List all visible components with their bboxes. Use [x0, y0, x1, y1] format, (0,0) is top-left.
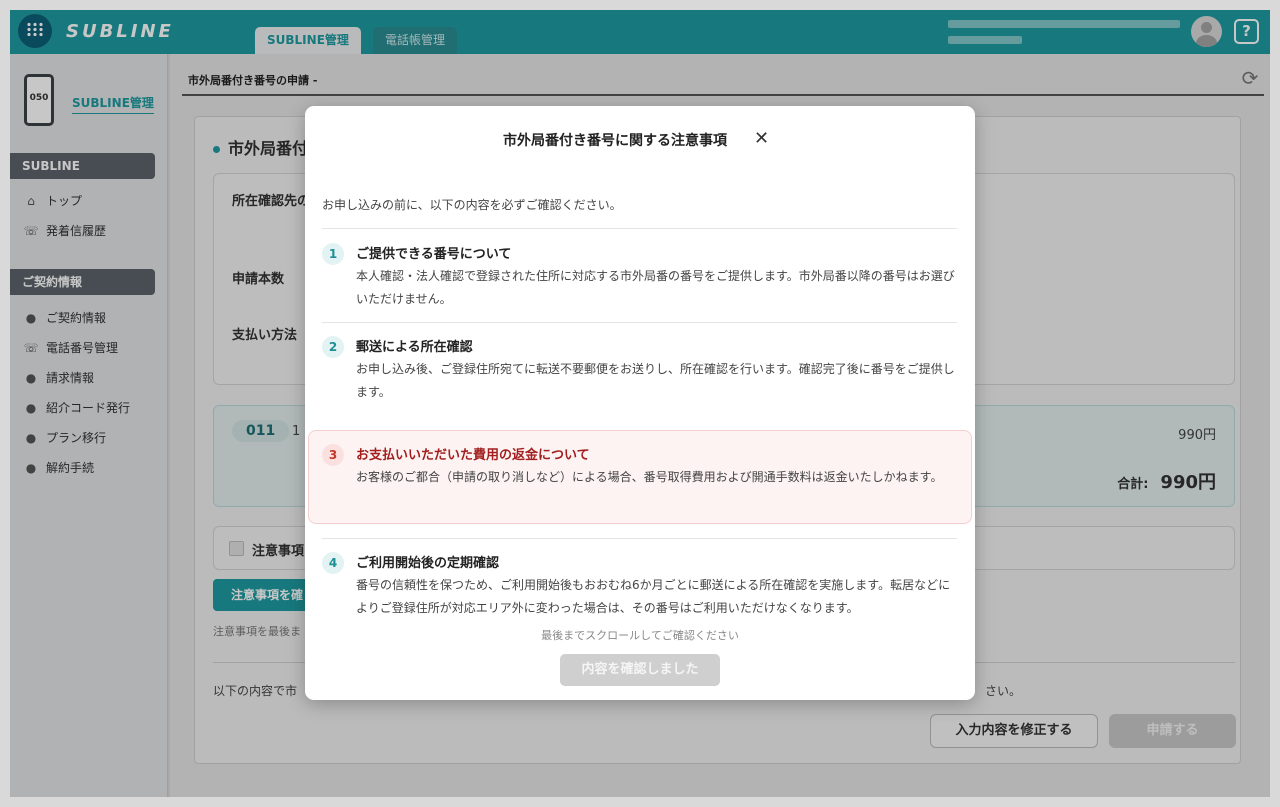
- close-icon[interactable]: ✕: [754, 129, 769, 149]
- item-number: 3: [322, 444, 344, 466]
- item-body: 本人確認・法人確認で登録された住所に対応する市外局番の番号をご提供します。市外局…: [356, 269, 955, 306]
- item-number: 2: [322, 336, 344, 358]
- item-number: 4: [322, 552, 344, 574]
- item-title: お支払いいただいた費用の返金について: [356, 448, 590, 463]
- modal-title: 市外局番付き番号に関する注意事項: [503, 133, 727, 149]
- modal-intro: お申し込みの前に、以下の内容を必ずご確認ください。: [322, 198, 622, 212]
- item-title: ご利用開始後の定期確認: [356, 556, 500, 571]
- item-body: 番号の信頼性を保つため、ご利用開始後もおおむね6か月ごとに郵送による所在確認を実…: [356, 578, 951, 615]
- divider: [322, 538, 957, 539]
- item-title: ご提供できる番号について: [356, 247, 512, 262]
- item-title: 郵送による所在確認: [356, 340, 473, 355]
- scroll-hint: 最後までスクロールしてご確認ください: [541, 629, 739, 642]
- divider: [322, 322, 957, 323]
- item-body: お客様のご都合（申請の取り消しなど）による場合、番号取得費用および開通手数料は返…: [356, 470, 943, 484]
- item-body: お申し込み後、ご登録住所宛てに転送不要郵便をお送りし、所在確認を行います。確認完…: [356, 362, 955, 399]
- divider: [322, 228, 957, 229]
- confirm-read-button[interactable]: 内容を確認しました: [560, 654, 720, 686]
- item-number: 1: [322, 243, 344, 265]
- notice-modal: 市外局番付き番号に関する注意事項 ✕ お申し込みの前に、以下の内容を必ずご確認く…: [305, 106, 975, 700]
